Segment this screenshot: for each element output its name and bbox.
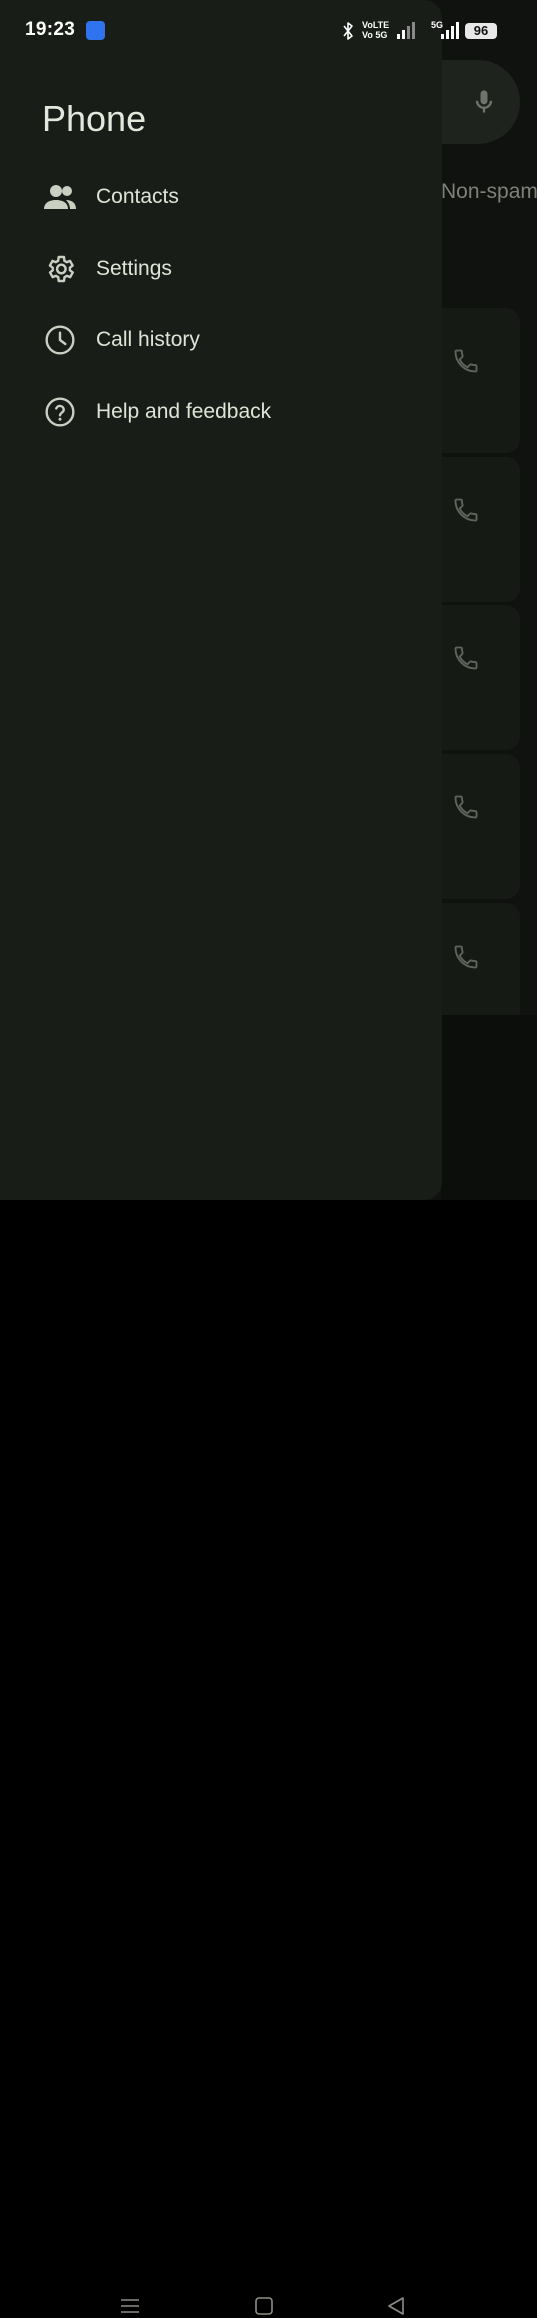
phone-call-icon[interactable] (452, 793, 480, 821)
back-button[interactable] (384, 2294, 408, 2318)
system-nav-bar (0, 1140, 537, 2315)
menu-item-help[interactable]: Help and feedback (0, 380, 442, 444)
menu-item-label: Contacts (96, 185, 179, 208)
help-icon (42, 394, 78, 430)
phone-call-icon[interactable] (452, 644, 480, 672)
microphone-icon[interactable] (470, 86, 498, 118)
menu-item-label: Help and feedback (96, 400, 272, 423)
phone-call-icon[interactable] (452, 943, 480, 971)
volte-line1: VoLTE (362, 20, 390, 30)
phone-call-icon[interactable] (452, 347, 480, 375)
recent-apps-button[interactable] (118, 2294, 142, 2318)
bluetooth-icon (343, 22, 353, 40)
signal-strength-icon (397, 22, 415, 39)
phone-call-icon[interactable] (452, 496, 480, 524)
signal-strength-icon (441, 22, 459, 39)
menu-item-contacts[interactable]: Contacts (0, 165, 442, 229)
menu-item-label: Call history (96, 328, 200, 351)
menu-item-label: Settings (96, 257, 172, 280)
call-log-card[interactable] (430, 457, 520, 602)
call-log-card[interactable] (430, 754, 520, 899)
battery-indicator: 96 (465, 23, 497, 39)
clock-icon (42, 322, 78, 358)
status-time: 19:23 (25, 19, 76, 40)
app-notification-icon (86, 21, 105, 40)
filter-chip-nonspam[interactable]: Non-spam (441, 180, 537, 204)
volte-line2: Vo 5G (362, 30, 388, 40)
gear-icon (42, 251, 78, 287)
call-log-card[interactable] (430, 605, 520, 750)
navigation-drawer: Phone Contacts Settings Call history Hel… (0, 0, 442, 1200)
contacts-icon (42, 179, 78, 215)
status-bar: 19:23 VoLTE Vo 5G 5G 96 (0, 0, 537, 62)
drawer-title: Phone (42, 98, 147, 139)
volte-indicator: VoLTE Vo 5G (362, 20, 389, 40)
call-log-card[interactable] (430, 308, 520, 453)
menu-item-call-history[interactable]: Call history (0, 308, 442, 372)
home-button[interactable] (252, 2294, 276, 2318)
menu-item-settings[interactable]: Settings (0, 237, 442, 301)
